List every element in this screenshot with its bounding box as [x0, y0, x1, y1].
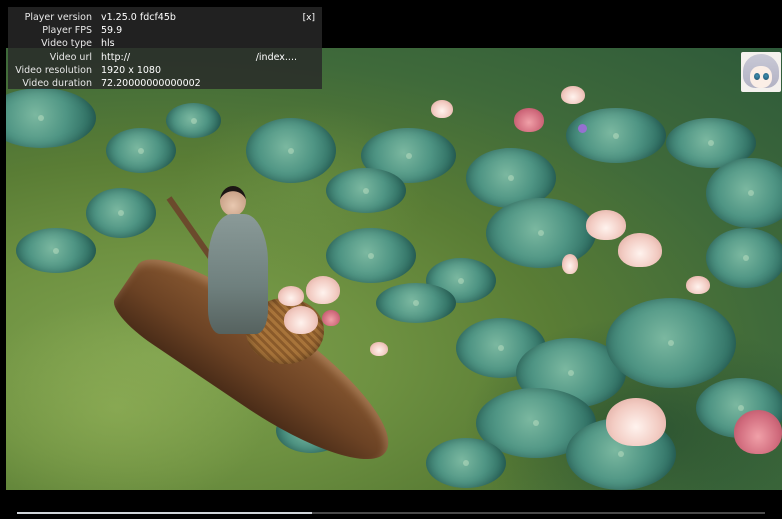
- lotus-flower: [561, 86, 585, 104]
- video-player[interactable]: [x] Player version v1.25.0 fdcf45b Playe…: [0, 0, 782, 519]
- info-row-player-version: Player version v1.25.0 fdcf45b: [8, 11, 322, 24]
- lotus-flower: [606, 398, 666, 446]
- lotus-flower: [322, 310, 340, 326]
- lotus-flower: [686, 276, 710, 294]
- info-value: v1.25.0 fdcf45b: [101, 12, 176, 23]
- progress-bar[interactable]: [17, 512, 765, 514]
- lotus-leaf: [16, 228, 96, 273]
- lotus-flower: [306, 276, 340, 304]
- lotus-leaf: [166, 103, 221, 138]
- lotus-flower: [370, 342, 388, 356]
- info-key: Video url: [49, 51, 92, 63]
- info-key: Video type: [41, 38, 92, 50]
- lotus-leaf: [606, 298, 736, 388]
- lotus-flower: [618, 233, 662, 267]
- info-row-video-resolution: Video resolution 1920 x 1080: [8, 64, 322, 77]
- lotus-flower: [562, 254, 578, 274]
- lotus-flower: [278, 286, 304, 306]
- progress-played: [17, 512, 313, 514]
- lotus-leaf: [326, 228, 416, 283]
- lotus-leaf: [566, 108, 666, 163]
- control-bar: [0, 490, 782, 519]
- lotus-flower: [284, 306, 318, 334]
- info-key: Video resolution: [15, 64, 92, 76]
- lotus-flower: [514, 108, 544, 132]
- lotus-leaf: [326, 168, 406, 213]
- info-key: Player FPS: [42, 25, 92, 37]
- info-key: Player version: [24, 12, 92, 23]
- marker-dot: [578, 124, 587, 133]
- lotus-leaf: [86, 188, 156, 238]
- info-row-player-fps: Player FPS 59.9: [8, 24, 322, 37]
- video-info-panel: [x] Player version v1.25.0 fdcf45b Playe…: [8, 7, 322, 89]
- info-value: hls: [101, 38, 115, 50]
- info-value: 1920 x 1080: [101, 64, 162, 76]
- lotus-flower: [431, 100, 453, 118]
- info-value: 72.20000000000002: [101, 77, 201, 89]
- lotus-leaf: [486, 198, 596, 268]
- info-row-video-type: Video type hls: [8, 37, 322, 50]
- info-row-video-url: Video url http:// /index....: [8, 51, 322, 64]
- info-key: Video duration: [22, 77, 92, 89]
- lotus-flower: [586, 210, 626, 240]
- info-value: 59.9: [101, 25, 123, 37]
- lotus-flower: [734, 410, 782, 454]
- seated-figure: [202, 186, 272, 336]
- url-end: /index....: [255, 51, 297, 63]
- info-row-video-duration: Video duration 72.20000000000002: [8, 77, 322, 90]
- lotus-leaf: [706, 228, 782, 288]
- url-start: http://: [101, 51, 131, 63]
- lotus-leaf: [426, 438, 506, 488]
- close-icon[interactable]: [x]: [303, 12, 315, 25]
- lotus-leaf: [376, 283, 456, 323]
- video-frame[interactable]: [6, 48, 782, 490]
- lotus-leaf: [246, 118, 336, 183]
- info-value: http:// /index....: [101, 51, 297, 64]
- anime-avatar-icon[interactable]: [741, 52, 781, 92]
- lotus-leaf: [106, 128, 176, 173]
